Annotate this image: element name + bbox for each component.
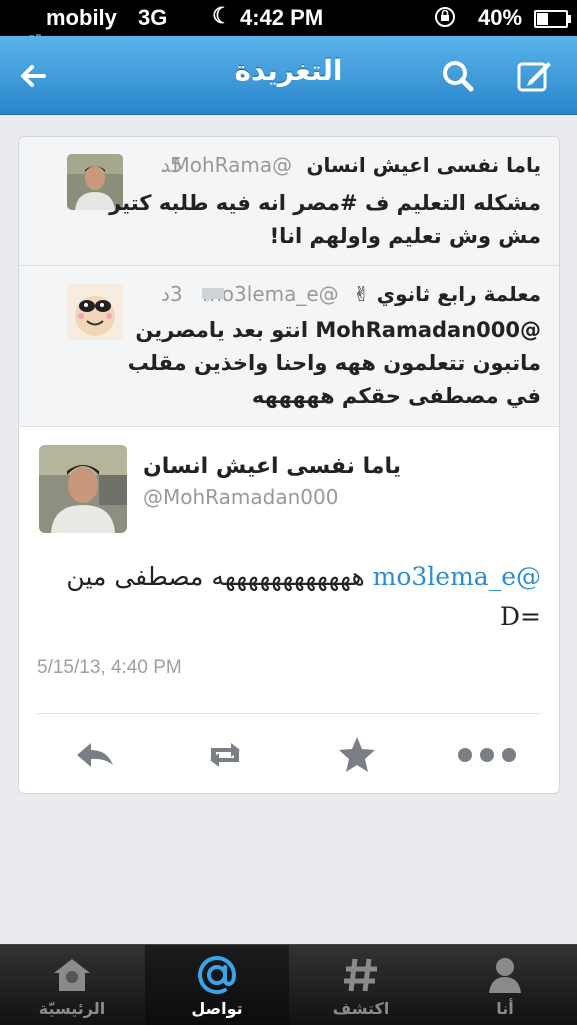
carrier-label: mobily (46, 5, 117, 30)
conversation-tweet[interactable]: ياما نفسى اعيش انسان @MohRama... 5د مشكل… (19, 137, 559, 266)
tweet-time-ago: 3د (161, 282, 183, 306)
reply-bubble-icon (202, 288, 224, 303)
hashtag-icon (344, 958, 377, 992)
tab-label: الرئيسيّة (38, 999, 106, 1018)
tab-label: تواصل (191, 999, 243, 1018)
avatar[interactable] (39, 445, 127, 533)
navigation-bar: التغريدة (0, 36, 577, 115)
tweet-author-name[interactable]: ياما نفسى اعيش انسان (143, 454, 401, 479)
tab-discover[interactable]: اكتشف (289, 945, 433, 1025)
status-time: 4:42 PM (240, 5, 324, 30)
tweet-text: @mo3lema_e ههههههههههههه مصطفى مين =D (41, 557, 541, 637)
more-icon[interactable] (457, 733, 517, 777)
main-tweet: ياما نفسى اعيش انسان @MohRamadan000 @mo3… (19, 427, 559, 793)
tweet-text: @MohRamadan000 انتو بعد يامصرين ماتبون ت… (127, 318, 541, 408)
tweet-author-name[interactable]: معلمة رابع ثانوي ✌ (353, 282, 541, 306)
tab-me[interactable]: أنا (433, 945, 577, 1025)
tweet-header: معلمة رابع ثانوي ✌ @mo3lema_e 3د (161, 282, 541, 306)
battery-icon (534, 10, 571, 28)
page-title: التغريدة (234, 54, 343, 87)
conversation-tweet[interactable]: معلمة رابع ثانوي ✌ @mo3lema_e 3د @MohRam… (19, 266, 559, 427)
retweet-icon[interactable] (203, 733, 247, 777)
orientation-lock-icon (435, 7, 455, 27)
battery-percent: 40% (478, 5, 523, 30)
tweet-author-name[interactable]: ياما نفسى اعيش انسان (306, 153, 541, 177)
signal-icon (8, 17, 43, 43)
tab-bar: الرئيسيّة تواصل اكتشف أنا (0, 944, 577, 1025)
status-bar: mobily 3G ☾ 4:42 PM 40% (0, 0, 577, 43)
mention-link[interactable]: @mo3lema_e (373, 562, 541, 591)
do-not-disturb-icon: ☾ (212, 3, 232, 28)
tweet-detail-card: ياما نفسى اعيش انسان @MohRama... 5د مشكل… (18, 136, 560, 794)
tweet-timestamp: 5/15/13, 4:40 PM (37, 657, 182, 678)
tweet-text: مشكله التعليم ف #مصر انه فيه طلبه كتير م… (109, 191, 541, 248)
favorite-star-icon[interactable] (335, 733, 379, 777)
tweet-author-handle: @MohRamadan000 (143, 485, 339, 509)
profile-person-icon (489, 958, 521, 993)
tweet-header: ياما نفسى اعيش انسان @MohRama... 5د (161, 153, 541, 177)
tab-label: اكتشف (332, 999, 390, 1018)
network-label: 3G (138, 5, 168, 30)
at-sign-icon (198, 956, 237, 994)
tab-home[interactable]: الرئيسيّة (0, 945, 144, 1025)
compose-icon[interactable] (514, 56, 554, 96)
divider (37, 713, 541, 714)
reply-icon[interactable] (73, 733, 117, 777)
search-icon[interactable] (438, 56, 478, 96)
tweet-time-ago: 5د (161, 153, 183, 177)
home-icon (54, 959, 90, 991)
tab-label: أنا (496, 999, 514, 1018)
tab-connect[interactable]: تواصل (145, 945, 289, 1025)
